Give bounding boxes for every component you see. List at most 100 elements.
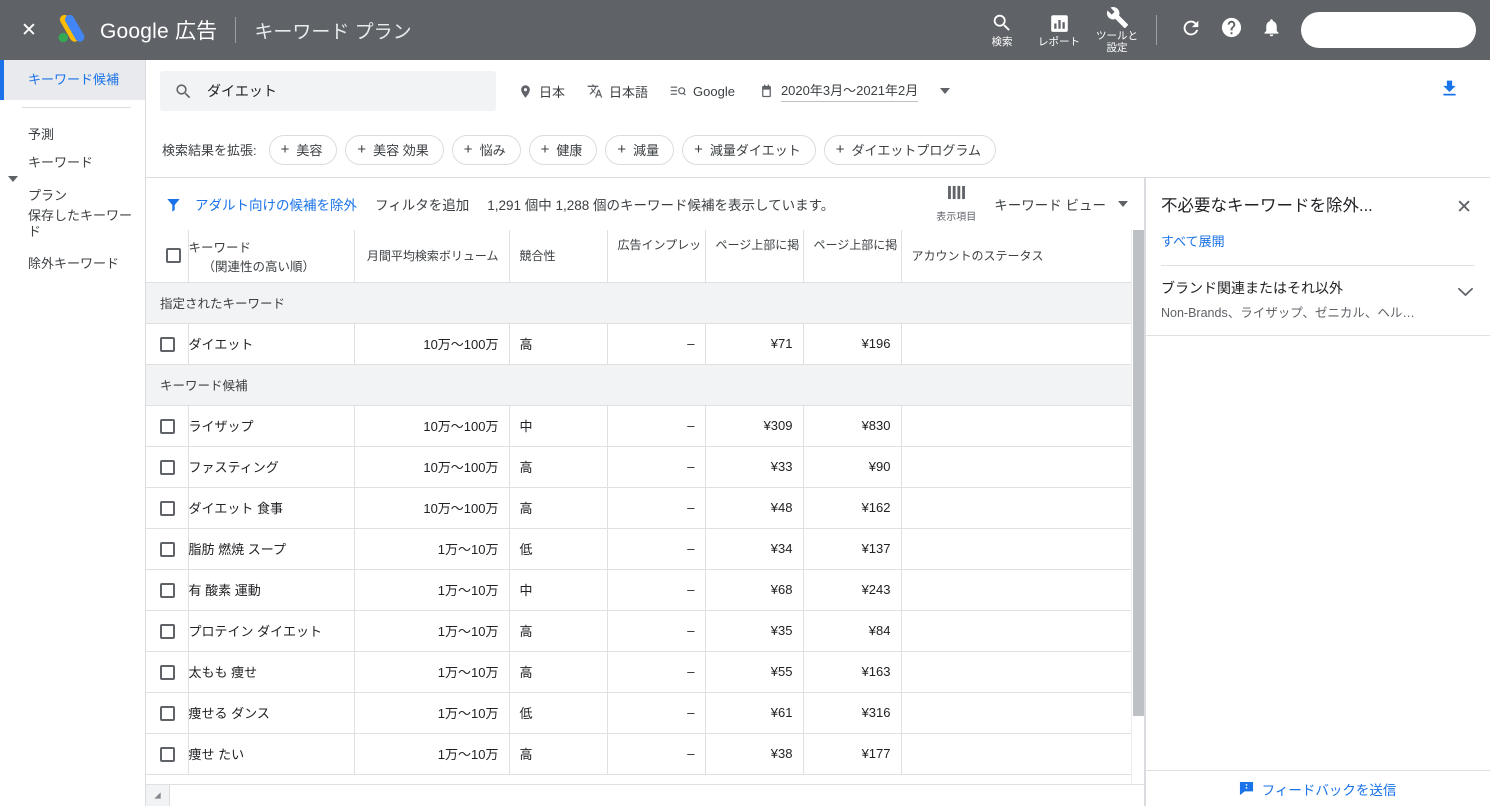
cell-account-status: [901, 323, 1144, 365]
table-row[interactable]: ダイエット 10万～100万 高 – ¥71 ¥196: [146, 323, 1144, 365]
refresh-button[interactable]: [1171, 10, 1211, 50]
row-select-cell: [146, 446, 189, 488]
chevron-down-icon[interactable]: [1457, 285, 1474, 303]
cell-account-status: [901, 446, 1144, 488]
column-header-ad-impression[interactable]: 広告インプレッ: [607, 230, 706, 283]
expansion-chip[interactable]: + 美容 効果: [345, 134, 444, 165]
download-button[interactable]: [1434, 76, 1464, 106]
account-chip[interactable]: [1301, 12, 1476, 48]
row-checkbox[interactable]: [160, 541, 175, 557]
cell-competition: 中: [509, 405, 608, 447]
expansion-chip[interactable]: + ダイエットプログラム: [823, 134, 997, 165]
expansion-chip[interactable]: + 減量: [605, 134, 675, 165]
row-checkbox[interactable]: [160, 705, 175, 721]
date-range-selector[interactable]: 2020年3月～2021年2月: [759, 80, 951, 102]
row-select-cell: [146, 528, 189, 570]
columns-label: 表示項目: [936, 212, 977, 223]
column-header-top-page-bid-low[interactable]: ページ上部に掲: [705, 230, 804, 283]
search-icon: [991, 11, 1013, 35]
row-checkbox[interactable]: [160, 746, 175, 762]
feedback-footer: フィードバックを送信: [1145, 770, 1490, 806]
expand-all-link[interactable]: すべて展開: [1161, 231, 1225, 250]
column-header-keyword-sub: （関連性の高い順）: [202, 259, 316, 274]
expansion-chip[interactable]: + 悩み: [451, 134, 521, 165]
cell-competition: 高: [509, 733, 608, 775]
expansion-chip[interactable]: + 減量ダイエット: [682, 134, 816, 165]
table-row[interactable]: 有 酸素 運動 1万～10万 中 – ¥68 ¥243: [146, 569, 1144, 611]
header-reports-button[interactable]: レポート: [1030, 0, 1088, 60]
close-panel-button[interactable]: ✕: [1454, 196, 1474, 219]
cell-account-status: [901, 733, 1144, 775]
expansion-chip-label: 悩み: [479, 143, 506, 158]
row-checkbox[interactable]: [160, 336, 175, 352]
cell-ad-impression: –: [607, 733, 706, 775]
row-checkbox[interactable]: [160, 459, 175, 475]
column-header-competition[interactable]: 競合性: [509, 230, 608, 283]
row-select-cell: [146, 487, 189, 529]
cell-bid-low: ¥34: [705, 528, 804, 570]
row-checkbox[interactable]: [160, 664, 175, 680]
view-selector[interactable]: キーワード ビュー: [994, 194, 1128, 214]
column-header-keyword[interactable]: キーワード （関連性の高い順）: [188, 230, 355, 283]
cell-volume: 1万～10万: [354, 651, 510, 693]
table-row[interactable]: プロテイン ダイエット 1万～10万 高 – ¥35 ¥84: [146, 610, 1144, 652]
row-select-cell: [146, 405, 189, 447]
table-row[interactable]: ダイエット 食事 10万～100万 高 – ¥48 ¥162: [146, 487, 1144, 529]
table-row[interactable]: 太もも 痩せ 1万～10万 高 – ¥55 ¥163: [146, 651, 1144, 693]
scroll-left-button[interactable]: [146, 785, 170, 806]
column-header-volume[interactable]: 月間平均検索ボリューム: [354, 230, 510, 283]
cell-account-status: [901, 610, 1144, 652]
search-input[interactable]: ダイエット: [160, 71, 496, 111]
location-selector[interactable]: 日本: [518, 82, 565, 101]
header-search-button[interactable]: 検索: [974, 0, 1030, 60]
horizontal-scroll-track[interactable]: [170, 785, 1144, 806]
column-header-keyword-main: キーワード: [188, 240, 252, 255]
row-checkbox[interactable]: [160, 418, 175, 434]
adult-filter-chip[interactable]: アダルト向けの候補を除外: [195, 194, 357, 214]
table-horizontal-scrollbar[interactable]: [146, 784, 1144, 806]
table-row[interactable]: 痩せ たい 1万～10万 高 – ¥38 ¥177: [146, 733, 1144, 775]
plus-icon: +: [835, 141, 845, 158]
sidebar-item-negative-keywords[interactable]: 除外キーワード: [0, 244, 145, 284]
sidebar-divider: [22, 107, 131, 108]
table-row[interactable]: ファスティング 10万～100万 高 – ¥33 ¥90: [146, 446, 1144, 488]
header-tools-button[interactable]: ツールと 設定: [1088, 0, 1146, 60]
add-filter-button[interactable]: フィルタを追加: [375, 194, 469, 214]
table-row[interactable]: 痩せる ダンス 1万～10万 低 – ¥61 ¥316: [146, 692, 1144, 734]
row-checkbox[interactable]: [160, 500, 175, 516]
column-header-top-page-bid-high[interactable]: ページ上部に掲: [803, 230, 902, 283]
expansion-label: 検索結果を拡張:: [162, 143, 257, 158]
table-row[interactable]: ライザップ 10万～100万 中 – ¥309 ¥830: [146, 405, 1144, 447]
sidebar-item-keyword-ideas[interactable]: キーワード候補: [0, 60, 145, 100]
page-subtitle: キーワード プラン: [254, 21, 412, 43]
refresh-icon: [1180, 17, 1202, 44]
expansion-chip[interactable]: + 健康: [528, 134, 598, 165]
table-vertical-scrollbar[interactable]: [1131, 230, 1144, 806]
row-checkbox[interactable]: [160, 623, 175, 639]
language-selector[interactable]: 日本語: [587, 82, 648, 101]
close-button[interactable]: ✕: [16, 17, 42, 43]
cell-account-status: [901, 528, 1144, 570]
help-button[interactable]: [1211, 10, 1251, 50]
cell-bid-high: ¥163: [803, 651, 902, 693]
cell-bid-high: ¥196: [803, 323, 902, 365]
sidebar-item-saved-keywords[interactable]: 保存したキーワード: [0, 204, 145, 244]
expansion-chip[interactable]: + 美容: [268, 134, 338, 165]
table-row[interactable]: 脂肪 燃焼 スープ 1万～10万 低 – ¥34 ¥137: [146, 528, 1144, 570]
sidebar-item-forecast[interactable]: 予測: [0, 115, 145, 155]
sidebar-item-keyword-plan[interactable]: キーワード プラン: [0, 155, 145, 204]
filter-funnel-icon[interactable]: [164, 195, 183, 214]
select-all-checkbox[interactable]: [166, 248, 182, 264]
send-feedback-button[interactable]: フィードバックを送信: [1239, 779, 1396, 799]
google-ads-logo-icon: [54, 15, 88, 45]
scrollbar-thumb[interactable]: [1133, 230, 1144, 716]
row-select-cell: [146, 610, 189, 652]
network-selector[interactable]: Google: [670, 84, 735, 99]
column-header-account-status[interactable]: アカウントのステータス: [901, 230, 1144, 283]
caret-down-icon: [8, 176, 18, 183]
row-checkbox[interactable]: [160, 582, 175, 598]
columns-button[interactable]: 表示項目: [936, 185, 976, 223]
refine-group-row[interactable]: ブランド関連またはそれ以外 Non-Brands、ライザップ、ゼニカル、ヘル…: [1145, 266, 1490, 336]
notifications-button[interactable]: [1251, 10, 1291, 50]
cell-volume: 1万～10万: [354, 692, 510, 734]
